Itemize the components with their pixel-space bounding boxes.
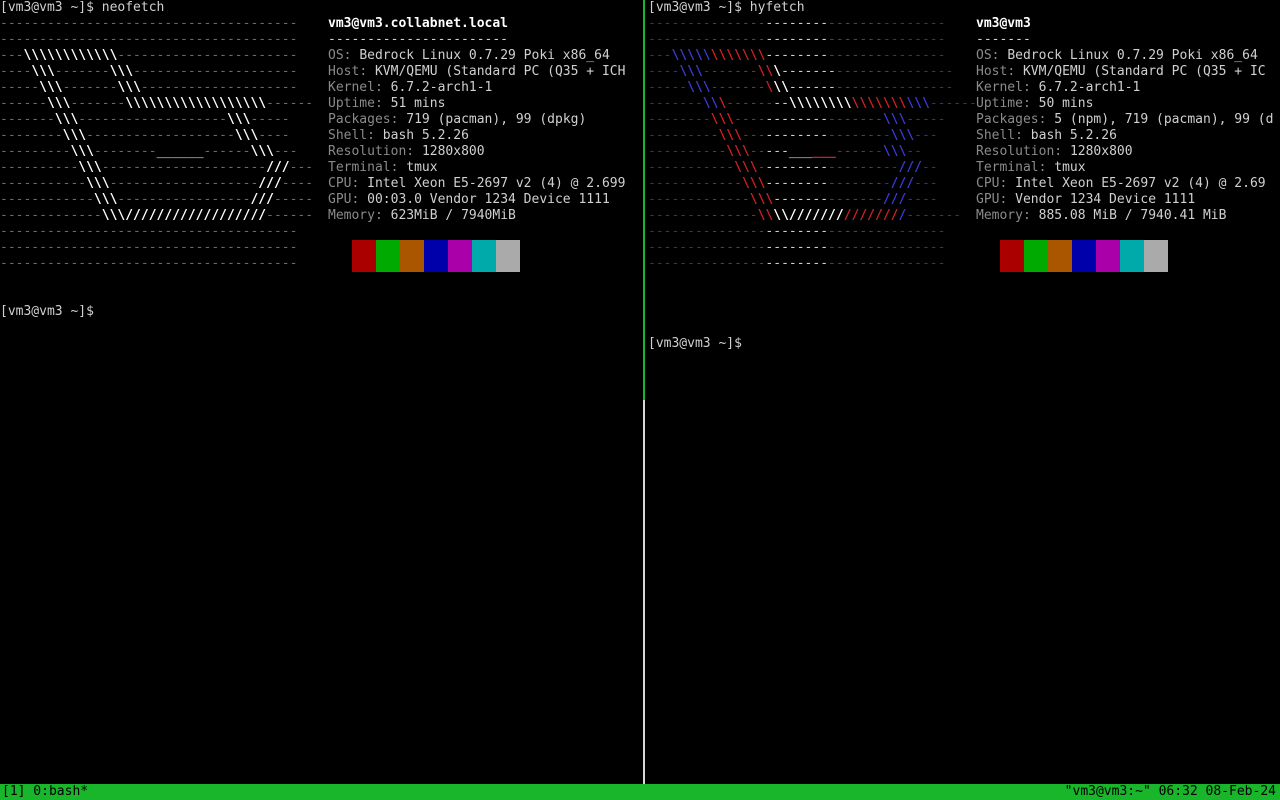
color-swatch xyxy=(448,240,472,272)
info-memory: Memory: 623MiB / 7940MiB xyxy=(328,208,516,223)
color-swatch xyxy=(1000,240,1024,272)
info-terminal: Terminal: tmux xyxy=(976,160,1086,175)
color-swatch xyxy=(472,240,496,272)
window-list[interactable]: [1] 0:bash* xyxy=(2,784,88,800)
tmux-status-bar: [1] 0:bash* "vm3@vm3:~" 06:32 08-Feb-24 xyxy=(0,784,1280,800)
color-palette xyxy=(1000,240,1168,272)
bedrock-ascii-logo-pride: -------------------------------------- -… xyxy=(648,16,977,271)
shell-prompt[interactable]: [vm3@vm3 ~]$ xyxy=(0,304,94,320)
info-cpu: CPU: Intel Xeon E5-2697 v2 (4) @ 2.699 xyxy=(328,176,626,191)
color-palette xyxy=(352,240,520,272)
color-swatch xyxy=(1120,240,1144,272)
info-shell: Shell: bash 5.2.26 xyxy=(976,128,1117,143)
info-terminal: Terminal: tmux xyxy=(328,160,438,175)
bedrock-ascii-logo: -------------------------------------- -… xyxy=(0,16,314,271)
info-shell: Shell: bash 5.2.26 xyxy=(328,128,469,143)
title-separator: ----------------------- xyxy=(328,32,509,47)
info-gpu: GPU: 00:03.0 Vendor 1234 Device 1111 xyxy=(328,192,610,207)
host-title: vm3@vm3.collabnet.local xyxy=(328,16,509,31)
color-swatch xyxy=(1072,240,1096,272)
info-resolution: Resolution: 1280x800 xyxy=(328,144,485,159)
title-separator: ------- xyxy=(976,32,1031,47)
color-swatch xyxy=(352,240,376,272)
info-resolution: Resolution: 1280x800 xyxy=(976,144,1133,159)
info-os: OS: Bedrock Linux 0.7.29 Poki x86_64 xyxy=(328,48,610,63)
command-line: [vm3@vm3 ~]$ hyfetch xyxy=(648,0,805,15)
command-line: [vm3@vm3 ~]$ neofetch xyxy=(0,0,165,15)
color-swatch xyxy=(496,240,520,272)
info-host: Host: KVM/QEMU (Standard PC (Q35 + ICH xyxy=(328,64,626,79)
info-cpu: CPU: Intel Xeon E5-2697 v2 (4) @ 2.69 xyxy=(976,176,1266,191)
info-packages: Packages: 719 (pacman), 99 (dpkg) xyxy=(328,112,587,127)
color-swatch xyxy=(1024,240,1048,272)
terminal-pane-right[interactable]: [vm3@vm3 ~]$ hyfetch -------------------… xyxy=(646,0,1280,784)
terminal-pane-left[interactable]: [vm3@vm3 ~]$ neofetch ------------------… xyxy=(0,0,642,784)
shell-prompt[interactable]: [vm3@vm3 ~]$ xyxy=(648,336,742,352)
color-swatch xyxy=(1048,240,1072,272)
info-kernel: Kernel: 6.7.2-arch1-1 xyxy=(328,80,493,95)
status-info: "vm3@vm3:~" 06:32 08-Feb-24 xyxy=(1064,784,1276,799)
info-gpu: GPU: Vendor 1234 Device 1111 xyxy=(976,192,1196,207)
color-swatch xyxy=(424,240,448,272)
info-uptime: Uptime: 51 mins xyxy=(328,96,446,111)
info-uptime: Uptime: 50 mins xyxy=(976,96,1094,111)
color-swatch xyxy=(376,240,400,272)
color-swatch xyxy=(1144,240,1168,272)
color-swatch xyxy=(1096,240,1120,272)
info-kernel: Kernel: 6.7.2-arch1-1 xyxy=(976,80,1141,95)
info-packages: Packages: 5 (npm), 719 (pacman), 99 (d xyxy=(976,112,1274,127)
color-swatch xyxy=(400,240,424,272)
info-memory: Memory: 885.08 MiB / 7940.41 MiB xyxy=(976,208,1227,223)
active-pane-indicator xyxy=(643,0,645,400)
host-title: vm3@vm3 xyxy=(976,16,1031,31)
info-os: OS: Bedrock Linux 0.7.29 Poki x86_64 xyxy=(976,48,1258,63)
info-host: Host: KVM/QEMU (Standard PC (Q35 + IC xyxy=(976,64,1266,79)
